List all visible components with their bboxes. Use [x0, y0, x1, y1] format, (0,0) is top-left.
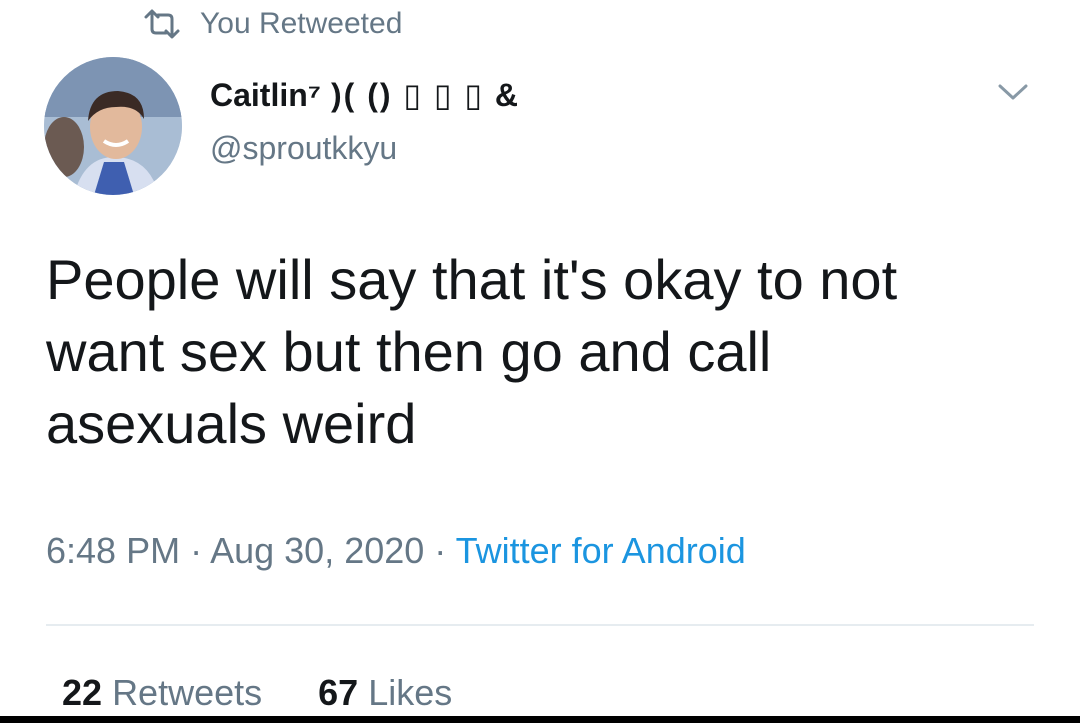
- tweet-date[interactable]: Aug 30, 2020: [210, 530, 424, 571]
- avatar[interactable]: [44, 57, 182, 195]
- likes-label: Likes: [368, 672, 453, 713]
- tweet-source-link[interactable]: Twitter for Android: [456, 530, 746, 571]
- likes-count: 67: [318, 672, 359, 713]
- tweet-stats: 22 Retweets 67 Likes: [62, 672, 452, 714]
- display-name-suffix: )( () ▯ ▯ ▯ &: [330, 77, 520, 113]
- chevron-down-icon[interactable]: [996, 80, 1030, 104]
- tweet-text: People will say that it's okay to not wa…: [46, 248, 898, 455]
- tweet-meta: 6:48 PM · Aug 30, 2020 · Twitter for And…: [46, 530, 746, 572]
- retweet-banner-text: You Retweeted: [200, 7, 403, 40]
- meta-separator: ·: [180, 530, 211, 571]
- retweet-banner: You Retweeted: [140, 4, 402, 44]
- retweet-icon: [144, 9, 180, 39]
- bottom-border: [0, 716, 1080, 723]
- display-name[interactable]: Caitlin⁷: [210, 77, 321, 114]
- tweet-time[interactable]: 6:48 PM: [46, 530, 180, 571]
- likes-stat[interactable]: 67 Likes: [318, 672, 452, 714]
- author-name-row[interactable]: Caitlin⁷ )( () ▯ ▯ ▯ &: [210, 76, 520, 114]
- retweets-label: Retweets: [112, 672, 263, 713]
- retweets-stat[interactable]: 22 Retweets: [62, 672, 262, 714]
- retweets-count: 22: [62, 672, 103, 713]
- divider: [46, 624, 1034, 626]
- meta-separator: ·: [424, 530, 456, 571]
- author-handle[interactable]: @sproutkkyu: [210, 130, 397, 167]
